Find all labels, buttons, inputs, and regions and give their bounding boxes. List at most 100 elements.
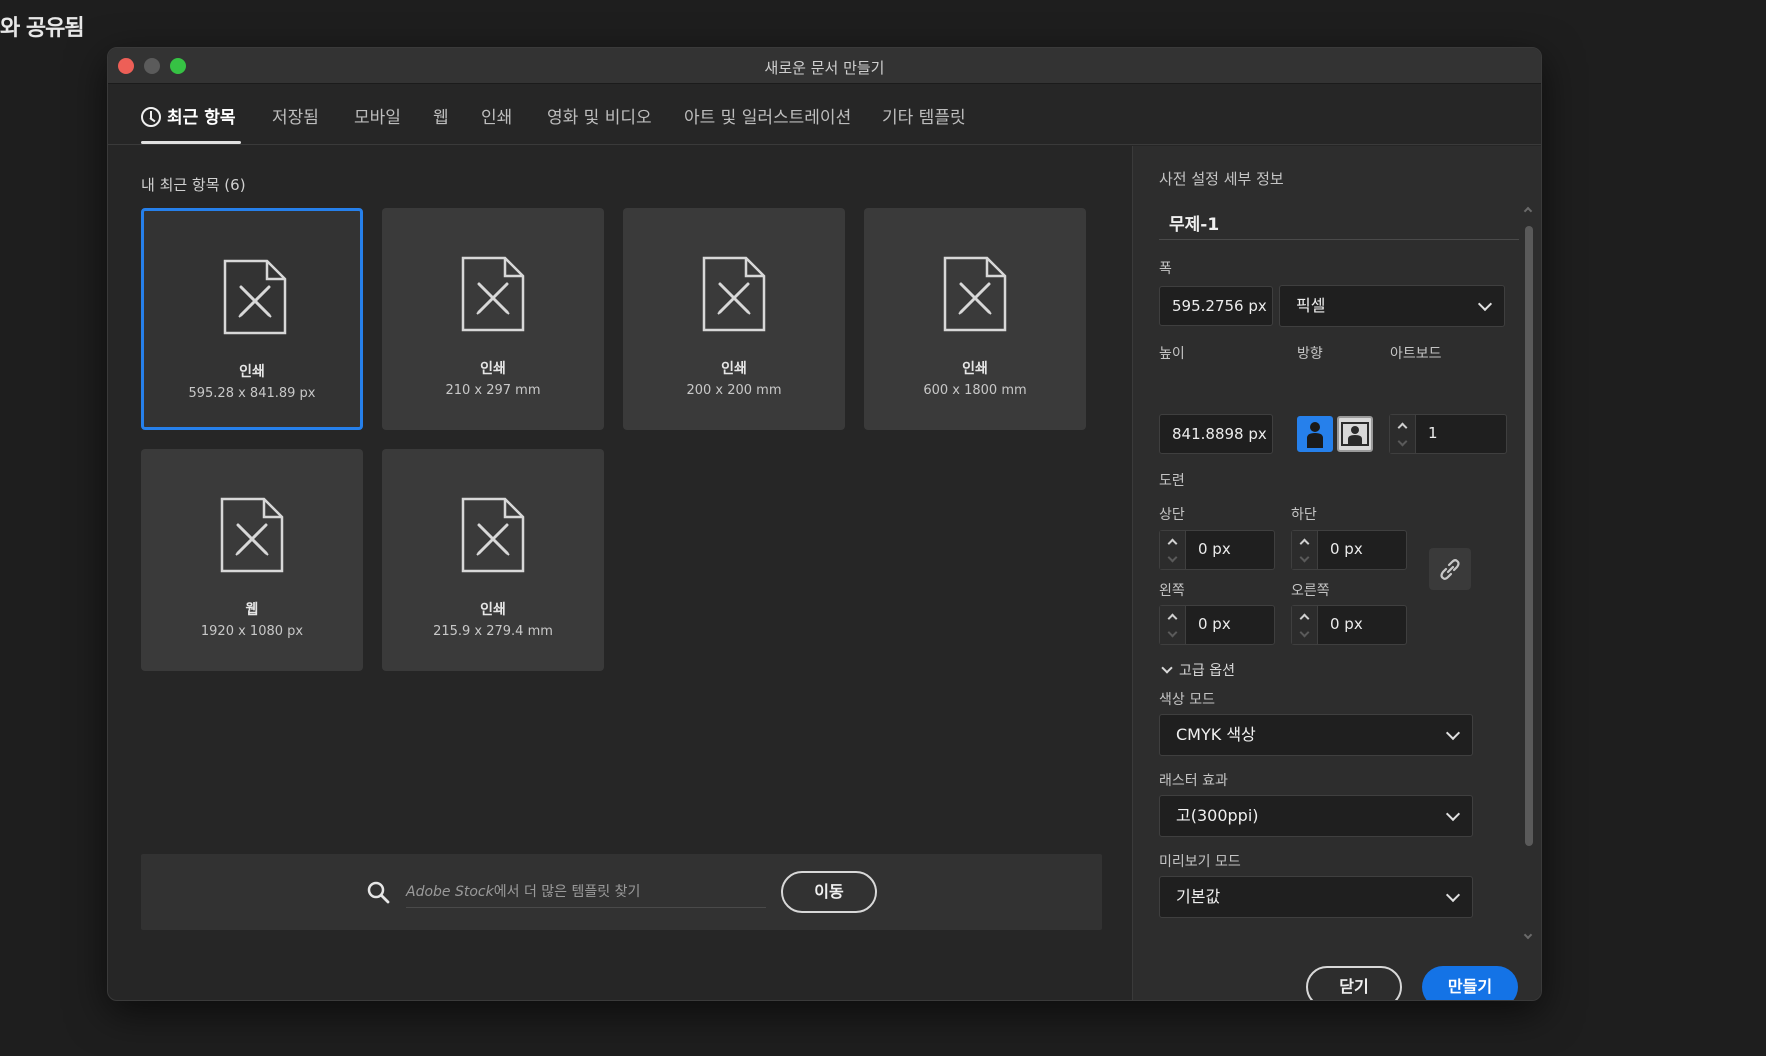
document-icon — [223, 259, 287, 335]
tab-mobile[interactable]: 모바일 — [354, 103, 401, 128]
artboard-value: 1 — [1428, 424, 1438, 442]
bleed-left-value: 0 px — [1198, 615, 1231, 633]
recent-item-card[interactable]: 인쇄 215.9 x 279.4 mm — [382, 449, 604, 671]
stock-search-input[interactable]: Adobe Stock에서 더 많은 템플릿 찾기 — [406, 878, 766, 908]
height-input[interactable]: 841.8898 px — [1159, 414, 1273, 454]
recent-item-card[interactable]: 인쇄 200 x 200 mm — [623, 208, 845, 430]
recent-item-card[interactable]: 인쇄 210 x 297 mm — [382, 208, 604, 430]
link-icon — [1440, 559, 1460, 580]
chevron-down-icon — [1161, 662, 1173, 674]
tab-saved[interactable]: 저장됨 — [272, 103, 319, 128]
raster-effects-value: 고(300ppi) — [1176, 806, 1259, 825]
stock-search-bar: Adobe Stock에서 더 많은 템플릿 찾기 이동 — [141, 854, 1102, 930]
portrait-orientation-button[interactable] — [1297, 416, 1333, 452]
raster-effects-label: 래스터 효과 — [1159, 773, 1228, 789]
tab-recent-label: 최근 항목 — [167, 108, 236, 128]
artboard-stepper[interactable]: 1 — [1389, 414, 1507, 454]
orientation-label: 방향 — [1297, 346, 1323, 362]
bleed-right-value: 0 px — [1330, 615, 1363, 633]
chevron-up-icon — [1299, 613, 1310, 624]
chevron-down-icon — [1299, 627, 1310, 638]
bleed-top-stepper-arrows[interactable] — [1160, 531, 1186, 569]
bleed-bottom-label: 하단 — [1291, 507, 1317, 523]
tab-film-video[interactable]: 영화 및 비디오 — [547, 103, 652, 128]
advanced-options-label: 고급 옵션 — [1179, 663, 1235, 679]
color-mode-label: 색상 모드 — [1159, 692, 1215, 708]
card-name: 인쇄 — [239, 364, 265, 380]
bleed-top-value: 0 px — [1198, 540, 1231, 558]
document-name-input[interactable]: 무제-1 — [1159, 204, 1519, 240]
new-document-dialog: 새로운 문서 만들기 최근 항목 저장됨 모바일 웹 인쇄 영화 및 비디오 아… — [107, 47, 1542, 1001]
raster-effects-select[interactable]: 고(300ppi) — [1159, 795, 1473, 837]
chevron-down-icon — [1397, 436, 1408, 447]
artboard-stepper-arrows[interactable] — [1390, 415, 1416, 453]
go-button[interactable]: 이동 — [781, 871, 877, 913]
landscape-orientation-button[interactable] — [1337, 416, 1373, 452]
document-icon — [461, 256, 525, 332]
card-name: 웹 — [245, 602, 259, 618]
bleed-top-stepper[interactable]: 0 px — [1159, 530, 1275, 570]
preview-mode-select[interactable]: 기본값 — [1159, 876, 1473, 918]
bleed-right-stepper-arrows[interactable] — [1292, 606, 1318, 644]
card-size: 200 x 200 mm — [686, 383, 782, 398]
tab-recent[interactable]: 최근 항목 — [141, 103, 235, 128]
bleed-right-label: 오른쪽 — [1291, 583, 1330, 599]
scroll-down-icon — [1523, 930, 1533, 940]
recent-item-card[interactable]: 인쇄 595.28 x 841.89 px — [141, 208, 363, 430]
bleed-bottom-value: 0 px — [1330, 540, 1363, 558]
width-label: 폭 — [1159, 261, 1172, 277]
link-bleed-button[interactable] — [1429, 548, 1471, 590]
person-landscape-icon — [1341, 422, 1369, 446]
bleed-bottom-stepper-arrows[interactable] — [1292, 531, 1318, 569]
card-size: 595.28 x 841.89 px — [188, 386, 316, 401]
advanced-options-toggle[interactable]: 고급 옵션 — [1159, 660, 1235, 680]
bleed-bottom-stepper[interactable]: 0 px — [1291, 530, 1407, 570]
preset-heading: 사전 설정 세부 정보 — [1159, 170, 1284, 188]
tab-web[interactable]: 웹 — [433, 103, 449, 128]
tab-print[interactable]: 인쇄 — [481, 103, 512, 128]
chevron-down-icon — [1445, 806, 1461, 822]
card-size: 600 x 1800 mm — [923, 383, 1027, 398]
stock-placeholder-text: 에서 더 많은 템플릿 찾기 — [493, 884, 641, 900]
create-button[interactable]: 만들기 — [1422, 966, 1518, 1000]
preview-mode-value: 기본값 — [1176, 887, 1221, 906]
chevron-up-icon — [1167, 613, 1178, 624]
document-icon — [461, 497, 525, 573]
unit-select-value: 픽셀 — [1296, 296, 1326, 315]
chevron-down-icon — [1477, 296, 1493, 312]
card-name: 인쇄 — [480, 602, 506, 618]
color-mode-select[interactable]: CMYK 색상 — [1159, 714, 1473, 756]
recent-item-card[interactable]: 웹 1920 x 1080 px — [141, 449, 363, 671]
chevron-up-icon — [1167, 538, 1178, 549]
chevron-down-icon — [1445, 725, 1461, 741]
chevron-down-icon — [1167, 552, 1178, 563]
tab-art-illustration[interactable]: 아트 및 일러스트레이션 — [684, 103, 851, 128]
card-name: 인쇄 — [480, 361, 506, 377]
category-tabs: 최근 항목 저장됨 모바일 웹 인쇄 영화 및 비디오 아트 및 일러스트레이션… — [108, 85, 1541, 145]
close-button[interactable]: 닫기 — [1306, 966, 1402, 1000]
bleed-right-stepper[interactable]: 0 px — [1291, 605, 1407, 645]
preview-mode-label: 미리보기 모드 — [1159, 854, 1241, 870]
bleed-left-stepper-arrows[interactable] — [1160, 606, 1186, 644]
unit-select[interactable]: 픽셀 — [1279, 285, 1505, 327]
stock-brand-text: Adobe Stock — [406, 884, 494, 900]
recent-section-label: 내 최근 항목 (6) — [141, 176, 246, 194]
card-size: 1920 x 1080 px — [200, 624, 304, 639]
active-tab-indicator — [141, 141, 241, 144]
document-icon — [220, 497, 284, 573]
dialog-title: 새로운 문서 만들기 — [764, 59, 885, 77]
scrollbar-thumb[interactable] — [1525, 226, 1533, 846]
card-size: 210 x 297 mm — [445, 383, 541, 398]
chevron-up-icon — [1397, 422, 1408, 433]
tab-other-templates[interactable]: 기타 템플릿 — [882, 103, 966, 128]
recent-item-card[interactable]: 인쇄 600 x 1800 mm — [864, 208, 1086, 430]
bleed-left-stepper[interactable]: 0 px — [1159, 605, 1275, 645]
chevron-down-icon — [1299, 552, 1310, 563]
height-label: 높이 — [1159, 346, 1185, 362]
width-input[interactable]: 595.2756 px — [1159, 286, 1273, 326]
card-name: 인쇄 — [721, 361, 747, 377]
chevron-up-icon — [1299, 538, 1310, 549]
clock-icon — [141, 107, 161, 127]
bleed-left-label: 왼쪽 — [1159, 583, 1185, 599]
preset-scrollbar[interactable] — [1523, 206, 1533, 940]
